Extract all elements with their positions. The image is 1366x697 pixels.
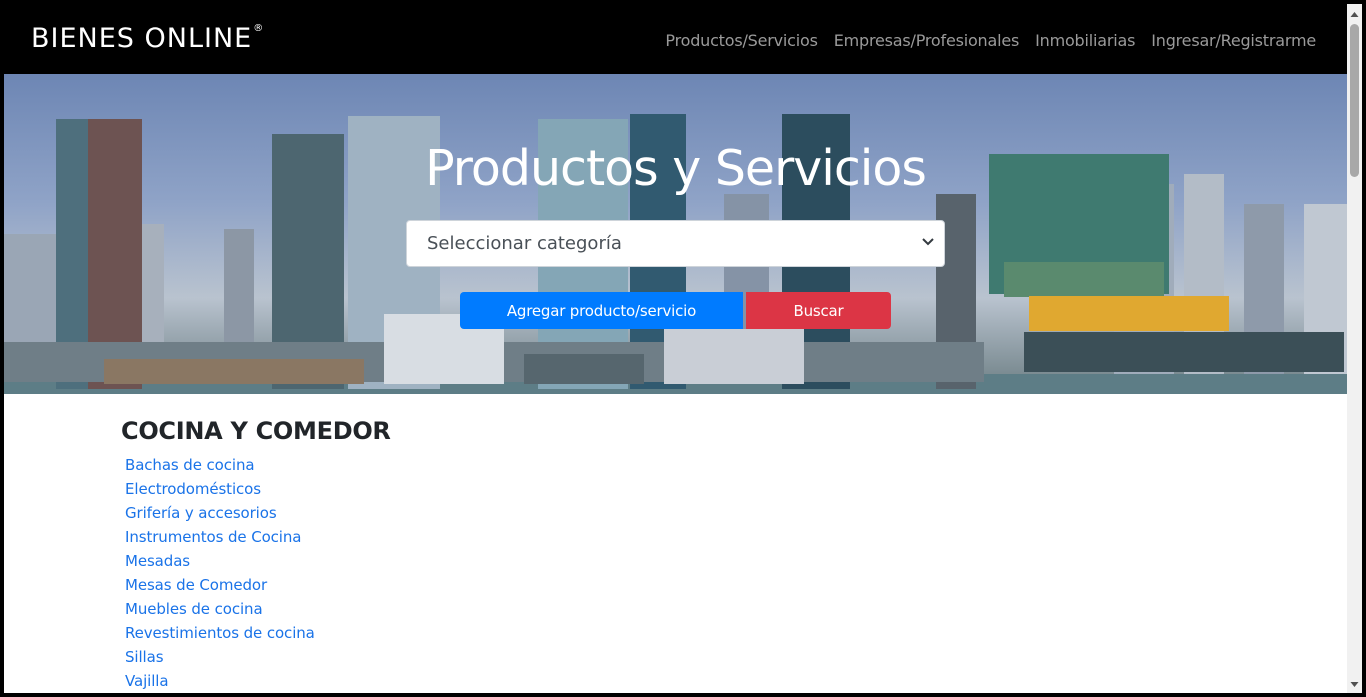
chevron-down-icon: [922, 238, 934, 246]
search-button[interactable]: Buscar: [746, 292, 891, 329]
category-select[interactable]: Seleccionar categoría: [406, 220, 945, 267]
list-item: Sillas: [125, 645, 391, 669]
add-product-button[interactable]: Agregar producto/servicio: [460, 292, 743, 329]
hero-title: Productos y Servicios: [425, 140, 927, 197]
category-link[interactable]: Bachas de cocina: [125, 456, 255, 474]
list-item: Instrumentos de Cocina: [125, 525, 391, 549]
brand-logo[interactable]: BIENES ONLINE®: [31, 23, 264, 54]
category-link[interactable]: Revestimientos de cocina: [125, 624, 315, 642]
category-link[interactable]: Muebles de cocina: [125, 600, 263, 618]
category-list: Bachas de cocina Electrodomésticos Grife…: [121, 453, 391, 693]
navbar: BIENES ONLINE® Productos/Servicios Empre…: [4, 4, 1347, 74]
list-item: Vajilla: [125, 669, 391, 693]
list-item: Electrodomésticos: [125, 477, 391, 501]
category-link[interactable]: Vajilla: [125, 672, 169, 690]
list-item: Grifería y accesorios: [125, 501, 391, 525]
brand-name: BIENES ONLINE: [31, 23, 253, 54]
category-link[interactable]: Grifería y accesorios: [125, 504, 277, 522]
nav-productos-servicios[interactable]: Productos/Servicios: [665, 31, 818, 50]
category-section: COCINA Y COMEDOR Bachas de cocina Electr…: [121, 417, 391, 693]
list-item: Revestimientos de cocina: [125, 621, 391, 645]
category-link[interactable]: Electrodomésticos: [125, 480, 261, 498]
page: BIENES ONLINE® Productos/Servicios Empre…: [4, 4, 1347, 693]
category-link[interactable]: Sillas: [125, 648, 164, 666]
nav-empresas-profesionales[interactable]: Empresas/Profesionales: [834, 31, 1020, 50]
category-link[interactable]: Instrumentos de Cocina: [125, 528, 301, 546]
arrow-down-icon[interactable]: [1350, 680, 1359, 689]
category-link[interactable]: Mesadas: [125, 552, 190, 570]
category-select-value: Seleccionar categoría: [427, 233, 622, 254]
nav-links: Productos/Servicios Empresas/Profesional…: [665, 31, 1316, 50]
category-link[interactable]: Mesas de Comedor: [125, 576, 267, 594]
scrollbar[interactable]: [1347, 4, 1362, 693]
list-item: Bachas de cocina: [125, 453, 391, 477]
nav-inmobiliarias[interactable]: Inmobiliarias: [1035, 31, 1135, 50]
list-item: Mesas de Comedor: [125, 573, 391, 597]
scrollbar-thumb[interactable]: [1350, 24, 1359, 177]
section-title: COCINA Y COMEDOR: [121, 417, 391, 445]
list-item: Mesadas: [125, 549, 391, 573]
nav-ingresar-registrarme[interactable]: Ingresar/Registrarme: [1151, 31, 1316, 50]
hero-banner: Productos y Servicios Seleccionar catego…: [4, 74, 1347, 394]
list-item: Muebles de cocina: [125, 597, 391, 621]
trademark-symbol: ®: [253, 23, 265, 34]
arrow-up-icon[interactable]: [1350, 10, 1359, 19]
